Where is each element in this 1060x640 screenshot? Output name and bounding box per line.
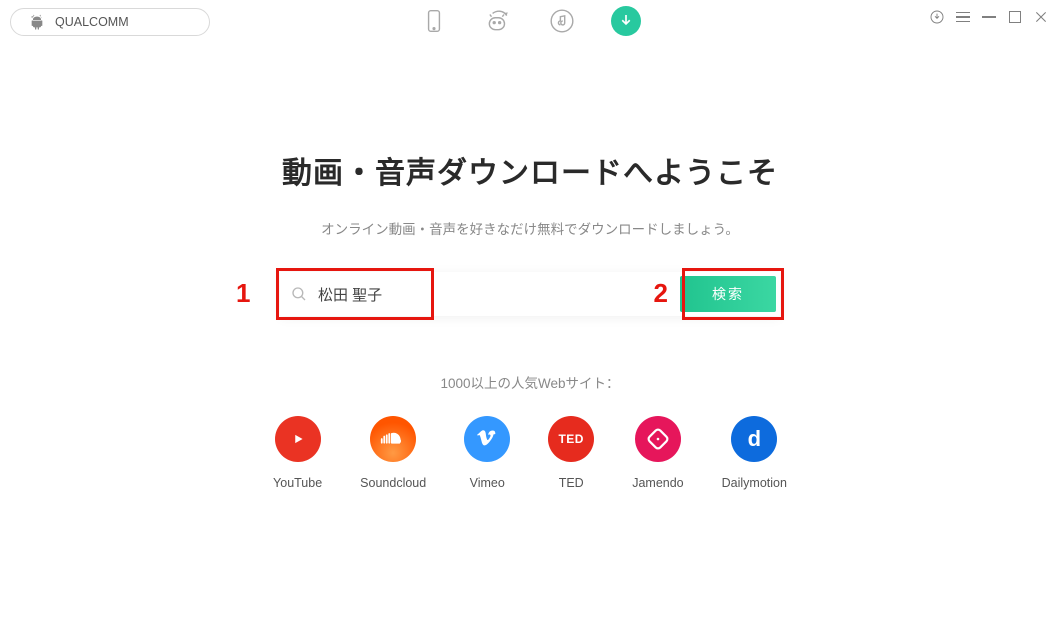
title-bar: QUALCOMM	[0, 0, 1060, 44]
annotation-number-2: 2	[654, 278, 668, 309]
android-icon	[29, 14, 45, 30]
maximize-button[interactable]	[1006, 8, 1024, 26]
annotation-number-1: 1	[236, 278, 250, 309]
site-label: Vimeo	[470, 476, 505, 490]
search-input[interactable]	[318, 272, 680, 316]
site-label: TED	[559, 476, 584, 490]
search-button[interactable]: 検索	[680, 276, 776, 312]
site-label: Dailymotion	[722, 476, 787, 490]
nav-tabs	[419, 6, 641, 36]
page-subtitle: オンライン動画・音声を好きなだけ無料でダウンロードしましょう。	[0, 218, 1060, 238]
window-controls	[928, 8, 1050, 26]
site-jamendo[interactable]: Jamendo	[632, 416, 683, 490]
site-label: Soundcloud	[360, 476, 426, 490]
nav-tab-music[interactable]	[547, 6, 577, 36]
device-selector[interactable]: QUALCOMM	[10, 8, 210, 36]
nav-tab-transfer[interactable]	[483, 6, 513, 36]
search-wrap: 検索 1 2	[280, 272, 780, 316]
search-icon	[280, 285, 318, 303]
site-soundcloud[interactable]: Soundcloud	[360, 416, 426, 490]
vimeo-icon	[464, 416, 510, 462]
ted-icon: TED	[548, 416, 594, 462]
search-bar: 検索	[280, 272, 780, 316]
soundcloud-icon	[370, 416, 416, 462]
site-youtube[interactable]: YouTube	[273, 416, 322, 490]
site-ted[interactable]: TED TED	[548, 416, 594, 490]
nav-tab-download[interactable]	[611, 6, 641, 36]
minimize-button[interactable]	[980, 8, 998, 26]
device-name: QUALCOMM	[55, 15, 129, 29]
jamendo-icon	[635, 416, 681, 462]
popular-sites: YouTube Soundcloud Vimeo TED TED Jamendo	[0, 416, 1060, 490]
site-label: Jamendo	[632, 476, 683, 490]
download-welcome-panel: 動画・音声ダウンロードへようこそ オンライン動画・音声を好きなだけ無料でダウンロ…	[0, 44, 1060, 490]
sites-caption: 1000以上の人気Webサイト：	[0, 372, 1060, 392]
site-vimeo[interactable]: Vimeo	[464, 416, 510, 490]
close-button[interactable]	[1032, 8, 1050, 26]
dailymotion-icon: d	[731, 416, 777, 462]
nav-tab-device[interactable]	[419, 6, 449, 36]
page-title: 動画・音声ダウンロードへようこそ	[0, 148, 1060, 192]
menu-icon[interactable]	[954, 8, 972, 26]
youtube-icon	[275, 416, 321, 462]
downloads-icon[interactable]	[928, 8, 946, 26]
site-label: YouTube	[273, 476, 322, 490]
site-dailymotion[interactable]: d Dailymotion	[722, 416, 787, 490]
